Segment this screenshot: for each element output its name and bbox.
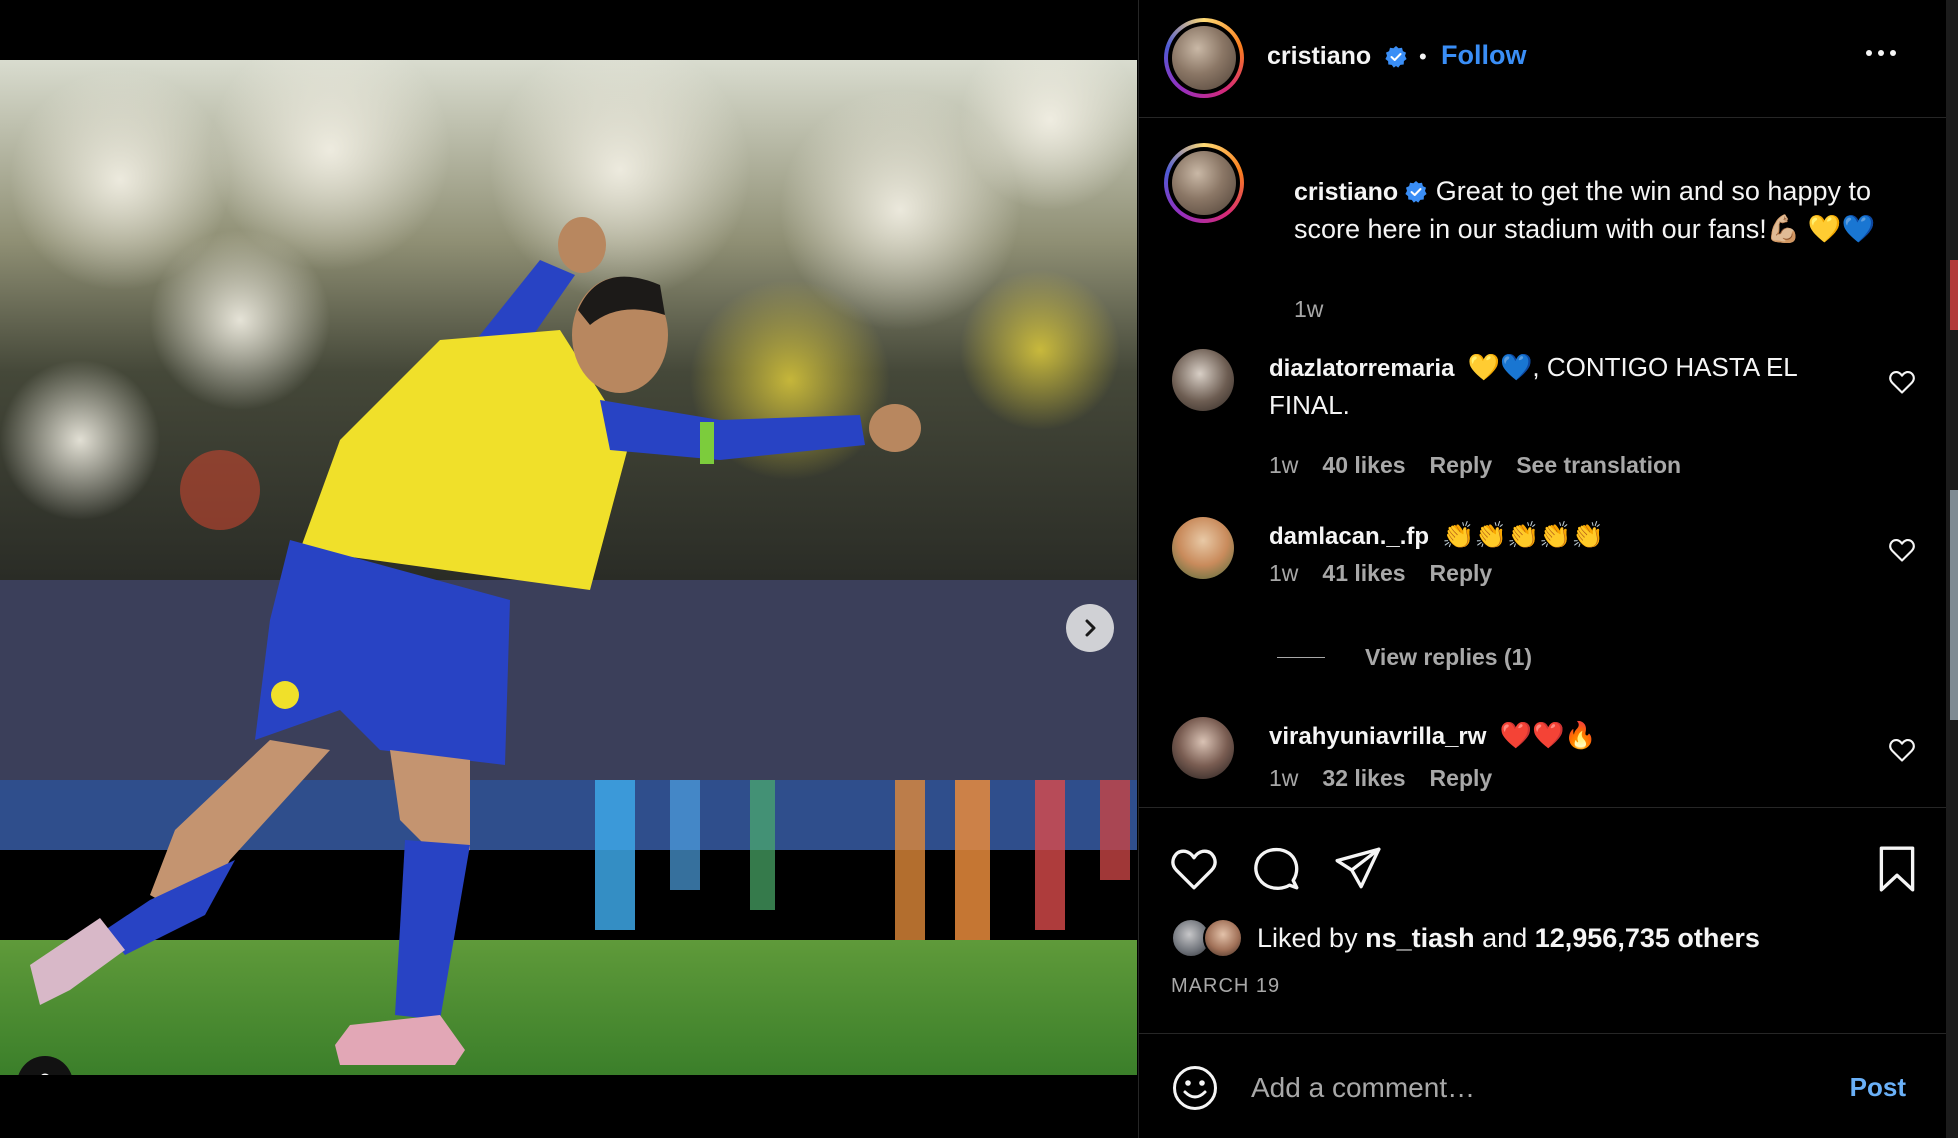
- post-date: MARCH 19: [1171, 975, 1281, 997]
- bookmark-icon[interactable]: [1872, 844, 1922, 894]
- comment-text: damlacan._.fp 👏👏👏👏👏: [1269, 517, 1849, 555]
- comment-likes[interactable]: 40 likes: [1322, 452, 1405, 479]
- post-media[interactable]: [0, 60, 1137, 1075]
- carousel-next-button[interactable]: [1066, 604, 1114, 652]
- reply-button[interactable]: Reply: [1430, 452, 1493, 479]
- post-actions: Liked by ns_tiash and 12,956,735 others …: [1139, 807, 1946, 1033]
- comments-list[interactable]: cristiano Great to get the win and so ha…: [1139, 119, 1946, 807]
- comment-text: virahyuniavrilla_rw ❤️❤️🔥: [1269, 717, 1849, 755]
- commenter-avatar[interactable]: [1172, 349, 1234, 411]
- background-page-edge: [1946, 0, 1958, 1138]
- view-replies-line: [1277, 657, 1325, 658]
- commenter-username[interactable]: diazlatorremaria: [1269, 355, 1454, 382]
- comment-likes[interactable]: 32 likes: [1322, 765, 1405, 792]
- separator-dot: •: [1419, 44, 1427, 69]
- comment-like-heart-icon[interactable]: [1888, 536, 1916, 564]
- post-comment-button[interactable]: Post: [1850, 1072, 1906, 1103]
- comment-body: 👏👏👏👏👏: [1442, 520, 1605, 550]
- reply-button[interactable]: Reply: [1430, 765, 1493, 792]
- comment-timestamp[interactable]: 1w: [1269, 452, 1298, 479]
- commenter-avatar[interactable]: [1172, 517, 1234, 579]
- comment-meta: 1w 32 likes Reply: [1269, 765, 1492, 792]
- comment-input[interactable]: [1251, 1068, 1811, 1108]
- liked-by-and: and: [1482, 922, 1528, 953]
- commenter-username[interactable]: virahyuniavrilla_rw: [1269, 723, 1486, 750]
- comment-meta: 1w 40 likes Reply See translation: [1269, 452, 1681, 479]
- comment-like-heart-icon[interactable]: [1888, 736, 1916, 764]
- more-options-icon[interactable]: [1860, 44, 1902, 62]
- liked-by-user[interactable]: ns_tiash: [1365, 923, 1475, 954]
- user-icon: [41, 1073, 49, 1075]
- likes-count[interactable]: 12,956,735 others: [1535, 923, 1760, 954]
- see-translation-button[interactable]: See translation: [1516, 452, 1681, 479]
- share-send-icon[interactable]: [1333, 844, 1383, 894]
- caption-text: cristiano Great to get the win and so ha…: [1294, 173, 1914, 248]
- comment-like-heart-icon[interactable]: [1888, 368, 1916, 396]
- view-replies-label: View replies (1): [1365, 644, 1533, 670]
- comment-bubble-icon[interactable]: [1251, 844, 1301, 894]
- liker-avatar: [1203, 918, 1243, 958]
- verified-badge-icon: [1385, 46, 1407, 68]
- follow-button[interactable]: Follow: [1441, 40, 1526, 71]
- caption-timestamp[interactable]: 1w: [1294, 296, 1323, 323]
- comment-timestamp[interactable]: 1w: [1269, 765, 1298, 792]
- liked-by-avatars: [1171, 918, 1247, 958]
- comment-likes[interactable]: 41 likes: [1322, 560, 1405, 587]
- post-photo: [0, 60, 1137, 1075]
- comment-body: ❤️❤️🔥: [1499, 720, 1597, 750]
- post-side-panel: cristiano • Follow cristiano Great to ge…: [1138, 0, 1946, 1138]
- comment-meta: 1w 41 likes Reply: [1269, 560, 1492, 587]
- verified-badge-icon: [1405, 181, 1427, 203]
- chevron-right-icon: [1085, 619, 1096, 637]
- view-replies-button[interactable]: View replies (1): [1277, 644, 1532, 671]
- liked-by-summary[interactable]: Liked by ns_tiash and 12,956,735 others: [1171, 918, 1760, 958]
- caption-author-avatar[interactable]: [1164, 143, 1244, 223]
- comment-text: diazlatorremaria 💛💙, CONTIGO HASTA EL FI…: [1269, 349, 1849, 424]
- like-heart-icon[interactable]: [1169, 844, 1219, 894]
- add-comment-bar: Post: [1139, 1033, 1946, 1138]
- reply-button[interactable]: Reply: [1430, 560, 1493, 587]
- author-username[interactable]: cristiano: [1267, 42, 1371, 71]
- comment-timestamp[interactable]: 1w: [1269, 560, 1298, 587]
- author-avatar[interactable]: [1164, 18, 1244, 98]
- commenter-username[interactable]: damlacan._.fp: [1269, 523, 1429, 550]
- caption-username[interactable]: cristiano: [1294, 178, 1398, 206]
- emoji-smile-icon[interactable]: [1171, 1064, 1219, 1112]
- post-header: cristiano • Follow: [1139, 0, 1946, 118]
- liked-by-prefix: Liked by: [1257, 922, 1358, 953]
- commenter-avatar[interactable]: [1172, 717, 1234, 779]
